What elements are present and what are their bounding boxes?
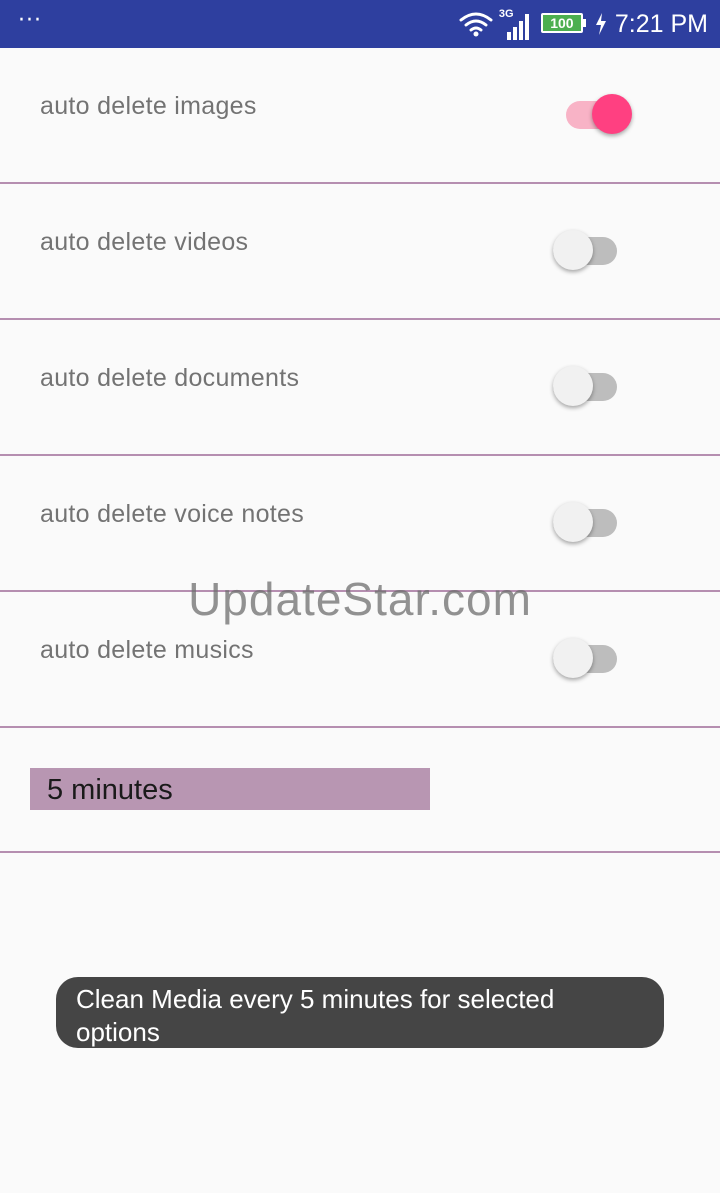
interval-selected-value: 5 minutes xyxy=(47,774,173,806)
images-toggle[interactable] xyxy=(566,93,634,137)
wifi-icon xyxy=(459,12,493,37)
setting-row-videos: auto delete videos xyxy=(0,184,720,320)
status-time: 7:21 PM xyxy=(614,9,708,38)
toggle-thumb xyxy=(553,502,593,542)
toast-text: Clean Media every 5 minutes for selected… xyxy=(76,984,555,1047)
setting-row-voice-notes: auto delete voice notes xyxy=(0,456,720,592)
toggle-thumb xyxy=(553,366,593,406)
notification-dots-icon: ··· xyxy=(18,8,42,33)
setting-label-musics: auto delete musics xyxy=(40,636,254,664)
signal-icon xyxy=(506,14,529,40)
cellular-signal: 3G xyxy=(499,8,533,40)
charging-icon xyxy=(595,13,606,35)
videos-toggle[interactable] xyxy=(553,229,621,273)
battery-level: 100 xyxy=(550,15,574,31)
interval-spinner[interactable]: 5 minutes xyxy=(30,768,430,810)
setting-label-voice-notes: auto delete voice notes xyxy=(40,500,305,528)
toast-message: Clean Media every 5 minutes for selected… xyxy=(56,977,664,1048)
documents-toggle[interactable] xyxy=(553,365,621,409)
status-icons: 3G 100 7:21 PM xyxy=(459,0,708,48)
setting-row-musics: auto delete musics xyxy=(0,592,720,728)
setting-label-documents: auto delete documents xyxy=(40,364,300,392)
setting-row-documents: auto delete documents xyxy=(0,320,720,456)
toggle-thumb xyxy=(553,638,593,678)
toggle-thumb xyxy=(592,94,632,134)
interval-row: 5 minutes xyxy=(0,726,720,853)
musics-toggle[interactable] xyxy=(553,637,621,681)
toggle-thumb xyxy=(553,230,593,270)
setting-label-videos: auto delete videos xyxy=(40,228,249,256)
battery-icon: 100 xyxy=(540,13,591,35)
setting-row-images: auto delete images xyxy=(0,48,720,184)
setting-label-images: auto delete images xyxy=(40,92,257,120)
battery-tip xyxy=(582,19,586,27)
status-bar: ··· 3G 100 7:21 PM xyxy=(0,0,720,48)
voice-notes-toggle[interactable] xyxy=(553,501,621,545)
